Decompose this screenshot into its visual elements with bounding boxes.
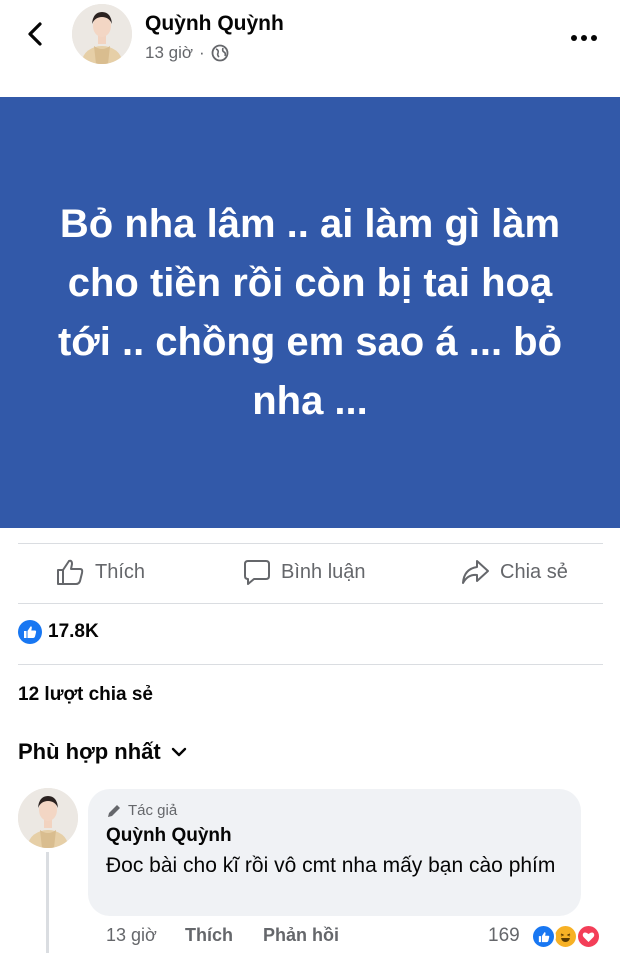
reaction-count: 17.8K <box>48 621 99 642</box>
author-name[interactable]: Quỳnh Quỳnh <box>145 12 284 36</box>
divider <box>18 603 603 604</box>
comment-icon <box>244 560 270 585</box>
divider <box>18 664 603 665</box>
post-meta: 13 giờ · <box>145 43 229 63</box>
more-options-button[interactable] <box>570 30 598 41</box>
comment-like-button[interactable]: Thích <box>185 925 233 946</box>
share-label: Chia sẻ <box>500 560 568 583</box>
share-button[interactable]: Chia sẻ <box>460 558 568 586</box>
comment-time[interactable]: 13 giờ <box>106 925 157 946</box>
comment-reply-button[interactable]: Phản hồi <box>263 925 339 946</box>
post-time[interactable]: 13 giờ <box>145 43 193 63</box>
commenter-name[interactable]: Quỳnh Quỳnh <box>106 825 232 847</box>
sort-label: Phù hợp nhất <box>18 739 161 764</box>
like-reaction-icon <box>531 924 556 949</box>
comment-text: Đoc bài cho kĩ rồi vô cmt nha mấy bạn cà… <box>106 854 556 877</box>
chevron-left-icon <box>28 22 42 46</box>
like-button[interactable]: Thích <box>55 558 145 586</box>
reactions-summary[interactable]: 17.8K <box>18 620 99 644</box>
meta-separator: · <box>199 43 205 62</box>
chevron-down-icon <box>171 747 186 757</box>
post-actions: Thích Bình luận Chia sẻ <box>0 548 620 602</box>
comment-label: Bình luận <box>281 560 366 583</box>
author-badge: Tác giả <box>106 802 177 819</box>
avatar-image <box>72 4 132 64</box>
author-badge-label: Tác giả <box>128 802 178 819</box>
love-reaction-icon <box>576 924 601 949</box>
comment-sort-dropdown[interactable]: Phù hợp nhất <box>18 739 187 765</box>
post-background[interactable]: Bỏ nha lâm .. ai làm gì làm cho tiền rồi… <box>0 97 620 528</box>
shares-count[interactable]: 12 lượt chia sẻ <box>18 684 153 706</box>
post-header: Quỳnh Quỳnh 13 giờ · <box>0 0 620 70</box>
share-arrow-icon <box>462 560 489 584</box>
comment-reaction-count[interactable]: 169 <box>488 925 520 947</box>
commenter-avatar[interactable] <box>18 788 78 848</box>
globe-icon[interactable] <box>211 44 229 62</box>
like-reaction-icon <box>18 620 42 644</box>
haha-reaction-icon <box>553 924 578 949</box>
like-label: Thích <box>95 560 146 583</box>
divider <box>18 543 603 544</box>
comment-button[interactable]: Bình luận <box>243 558 366 586</box>
comment-reactions[interactable] <box>531 924 605 950</box>
avatar-image <box>18 788 78 848</box>
thumbs-up-icon <box>57 559 84 585</box>
thread-line <box>46 852 49 953</box>
post-text: Bỏ nha lâm .. ai làm gì làm cho tiền rồi… <box>57 201 563 423</box>
author-avatar[interactable] <box>72 4 132 64</box>
more-horizontal-icon <box>571 35 597 41</box>
back-button[interactable] <box>22 20 50 48</box>
pencil-icon <box>108 804 120 817</box>
